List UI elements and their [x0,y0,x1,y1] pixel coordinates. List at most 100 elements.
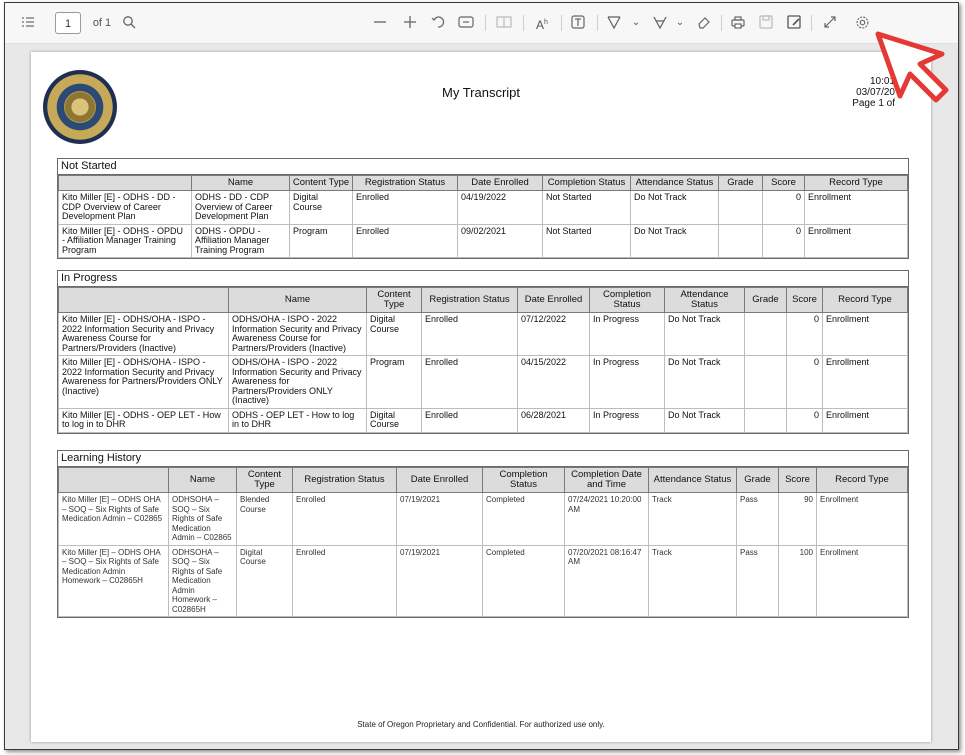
cell: ODHSOHA – SOQ – Six Rights of Safe Medic… [168,492,237,546]
column-header: Name [168,467,237,493]
save-as-icon[interactable] [783,12,805,34]
column-header: Grade [744,287,787,313]
cell [718,223,763,258]
cell: Enrolled [292,492,397,546]
cell: ODHS - OPDU - Affiliation Manager Traini… [191,223,290,258]
contents-icon[interactable] [19,12,37,34]
column-header: Content Type [236,467,293,493]
not-started-table: Name Content Type Registration Status Da… [58,175,908,258]
cell: Kito Miller [E] - ODHS - DD - CDP Overvi… [58,190,192,225]
cell: Enrollment [804,223,908,258]
cell: Kito Miller [E] – ODHS OHA – SOQ – Six R… [58,492,169,546]
cell: 90 [778,492,817,546]
cell: Digital Course [289,190,353,225]
cell: In Progress [589,355,665,409]
fullscreen-icon[interactable] [819,12,841,34]
zoom-out-icon[interactable] [369,12,391,34]
cell: Program [289,223,353,258]
cell: Not Started [542,223,631,258]
zoom-in-icon[interactable] [399,12,421,34]
print-icon[interactable] [727,12,749,34]
column-header: Attendance Status [630,175,719,191]
table-row: Kito Miller [E] – ODHS OHA – SOQ – Six R… [58,544,908,617]
cell: 0 [786,407,823,433]
section-title: Not Started [58,159,908,175]
document-title: My Transcript [441,85,520,100]
cell: Enrollment [804,190,908,225]
text-box-icon[interactable] [567,12,589,34]
column-header: Registration Status [292,467,397,493]
document-viewer[interactable]: My Transcript 10:01 03/07/20 Page 1 of N… [5,44,958,749]
cursor-arrow-icon [874,30,954,115]
rotate-icon[interactable] [427,12,449,34]
cell: ODHS - OEP LET - How to log in to DHR [228,407,367,433]
in-progress-table: Name Content Type Registration Status Da… [58,287,908,433]
learning-history-table: Name Content Type Registration Status Da… [58,467,908,617]
cell: Enrolled [292,544,397,617]
save-icon[interactable] [755,12,777,34]
cell: Enrolled [352,190,458,225]
cell: Enrolled [352,223,458,258]
column-header: Completion Status [482,467,565,493]
fit-page-icon[interactable] [455,12,477,34]
cell: In Progress [589,312,665,356]
cell: Digital Course [366,312,422,356]
draw-dropdown-chevron-icon[interactable]: ⌄ [629,12,643,34]
cell: 07/24/2021 10:20:00 AM [564,492,649,546]
cell: 04/19/2022 [457,190,543,225]
cell: 09/02/2021 [457,223,543,258]
column-header: Name [191,175,290,191]
cell: Enrolled [421,312,518,356]
highlight-icon[interactable] [649,12,671,34]
cell: 0 [762,190,805,225]
cell [744,312,787,356]
eraser-icon[interactable] [693,12,715,34]
cell: 100 [778,544,817,617]
highlight-dropdown-chevron-icon[interactable]: ⌄ [673,12,687,34]
cell: 0 [786,312,823,356]
cell: 04/15/2022 [517,355,590,409]
cell: Program [366,355,422,409]
state-seal-logo [43,70,117,144]
table-row: Kito Miller [E] - ODHS - OEP LET - How t… [58,407,908,433]
column-header: Date Enrolled [457,175,543,191]
column-header [58,175,192,191]
table-row: Kito Miller [E] - ODHS - DD - CDP Overvi… [58,190,908,225]
column-header: Score [762,175,805,191]
cell: Do Not Track [664,407,745,433]
column-header: Attendance Status [664,287,745,313]
cell: Do Not Track [630,190,719,225]
column-header: Name [228,287,367,313]
cell: Digital Course [236,544,293,617]
cell: 0 [786,355,823,409]
pdf-toolbar: 1 of 1 Ah ⌄ ⌄ [5,3,958,44]
settings-icon[interactable] [851,12,873,34]
cell: Enrollment [816,492,908,546]
cell: Enrolled [421,407,518,433]
column-header: Record Type [816,467,908,493]
cell [744,407,787,433]
cell: 06/28/2021 [517,407,590,433]
cell: Pass [736,492,779,546]
column-header [58,287,229,313]
page-number-input[interactable]: 1 [55,12,81,34]
section-title: Learning History [58,451,908,467]
page-count-label: of 1 [92,17,112,29]
cell: Track [648,492,737,546]
cell: ODHSOHA – SOQ – Six Rights of Safe Medic… [168,544,237,617]
column-header: Registration Status [352,175,458,191]
column-header: Completion Status [589,287,665,313]
page-view-icon[interactable] [493,12,515,34]
cell: Completed [482,492,565,546]
cell: Kito Miller [E] - ODHS/OHA - ISPO - 2022… [58,355,229,409]
cell: Completed [482,544,565,617]
column-header: Date Enrolled [396,467,483,493]
search-icon[interactable] [119,12,139,34]
column-header: Grade [736,467,779,493]
read-aloud-icon[interactable]: Ah [531,12,553,34]
table-row: Kito Miller [E] – ODHS OHA – SOQ – Six R… [58,492,908,546]
column-header: Score [778,467,817,493]
draw-icon[interactable] [603,12,625,34]
cell: In Progress [589,407,665,433]
cell: Enrolled [421,355,518,409]
